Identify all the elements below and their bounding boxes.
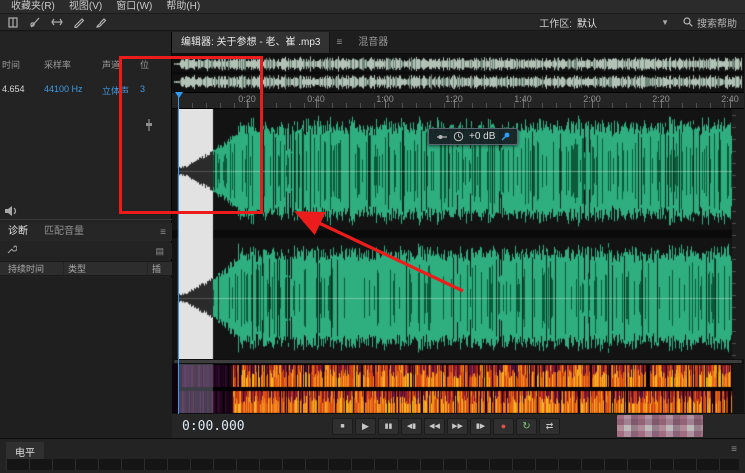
rewind-button[interactable]: ◀◀	[424, 418, 445, 435]
levels-panel: 电平 ≡	[0, 438, 745, 473]
time-selection-tool-icon[interactable]	[5, 16, 20, 29]
tab-match-volume[interactable]: 匹配音量	[36, 223, 92, 241]
tab-mixer[interactable]: 混音器	[348, 32, 398, 53]
time-label: 0:40	[307, 94, 325, 104]
timeline-ruler[interactable]: 0:20 0:40 1:00 1:20 1:40 2:00 2:20 2:40	[172, 92, 744, 109]
loop-button[interactable]: ↻	[516, 418, 537, 435]
slider-icon	[436, 132, 448, 142]
time-label: 2:40	[721, 94, 739, 104]
column-channels[interactable]: 声道	[102, 58, 140, 71]
slip-tool-icon[interactable]	[49, 16, 64, 29]
pin-icon[interactable]	[500, 131, 510, 142]
workspace-value: 默认	[577, 15, 597, 30]
chevron-down-icon[interactable]: ▼	[661, 18, 669, 27]
overview-waveform[interactable]	[172, 54, 744, 92]
skip-to-end-button[interactable]: ▮▶	[470, 418, 491, 435]
time-label: 1:00	[376, 94, 394, 104]
panel-divider	[0, 219, 172, 220]
time-display[interactable]: 0:00.000	[182, 419, 245, 434]
menu-help[interactable]: 帮助(H)	[159, 0, 207, 14]
column-type[interactable]: 类型	[64, 262, 148, 275]
pause-button[interactable]: ▮▮	[378, 418, 399, 435]
workspace-selector[interactable]: 工作区: 默认	[539, 15, 597, 30]
transport-bar: 0:00.000 ■ ▶ ▮▮ ◀▮ ◀◀ ▶▶ ▮▶ ● ↻ ⇄	[172, 413, 745, 438]
menu-window[interactable]: 窗口(W)	[109, 0, 159, 14]
menu-view[interactable]: 视图(V)	[62, 0, 109, 14]
list-view-icon[interactable]: ▤	[155, 246, 164, 257]
column-bits[interactable]: 位	[140, 58, 172, 71]
time-label: 2:20	[652, 94, 670, 104]
fast-forward-button[interactable]: ▶▶	[447, 418, 468, 435]
help-search[interactable]: 搜索帮助	[683, 15, 737, 30]
spectral-display[interactable]	[172, 364, 744, 414]
level-meter	[6, 459, 739, 470]
tab-editor-file[interactable]: 编辑器: 关于参想 - 老、崔 .mp3	[172, 32, 330, 53]
diagnostics-toolbar: ▤	[0, 243, 172, 259]
panel-menu-icon[interactable]: ≡	[160, 227, 166, 238]
hud-gain-value: +0 dB	[469, 131, 495, 142]
toolbar: 工作区: 默认 ▼ 搜索帮助	[0, 14, 745, 31]
file-time-value: 4.654	[0, 84, 44, 97]
record-button[interactable]: ●	[493, 418, 514, 435]
main-waveform[interactable]	[172, 109, 744, 359]
time-label: 0:20	[238, 94, 256, 104]
column-duration[interactable]: 持续时间	[0, 262, 64, 275]
razor-tool-icon[interactable]	[27, 16, 42, 29]
time-label: 1:20	[445, 94, 463, 104]
panel-menu-icon[interactable]: ≡	[330, 32, 348, 53]
volume-hud[interactable]: +0 dB	[428, 128, 518, 145]
paintbrush-tool-icon[interactable]	[93, 16, 108, 29]
menu-favorites[interactable]: 收藏夹(R)	[4, 0, 62, 14]
wrench-icon[interactable]	[6, 242, 17, 260]
menu-bar: 收藏夹(R) 视图(V) 窗口(W) 帮助(H)	[0, 0, 745, 14]
diagnostics-empty-list	[0, 277, 172, 438]
watermark-mosaic	[617, 415, 703, 437]
fader-icon	[144, 118, 154, 137]
transport-buttons: ■ ▶ ▮▮ ◀▮ ◀◀ ▶▶ ▮▶ ● ↻ ⇄	[332, 418, 560, 435]
search-icon	[683, 17, 693, 27]
file-bits-value: 3	[140, 84, 172, 97]
pencil-tool-icon[interactable]	[71, 16, 86, 29]
column-sample-rate[interactable]: 采样率	[44, 58, 102, 71]
play-button[interactable]: ▶	[355, 418, 376, 435]
playhead-marker[interactable]	[175, 92, 183, 98]
skip-selection-button[interactable]: ⇄	[539, 418, 560, 435]
time-label: 1:40	[514, 94, 532, 104]
diagnostics-columns-header: 持续时间 类型 插	[0, 261, 172, 276]
time-label: 2:00	[583, 94, 601, 104]
file-row[interactable]: 4.654 44100 Hz 立体声 3	[0, 84, 172, 97]
files-panel: 时间 采样率 声道 位 4.654 44100 Hz 立体声 3 诊断 匹配音量…	[0, 32, 172, 438]
tab-diagnostics[interactable]: 诊断	[0, 223, 36, 241]
file-sample-rate-value: 44100 Hz	[44, 84, 102, 97]
editor-tab-bar: 编辑器: 关于参想 - 老、崔 .mp3 ≡ 混音器	[172, 32, 745, 54]
panel-menu-icon[interactable]: ≡	[731, 444, 737, 455]
workspace-label: 工作区:	[539, 15, 572, 30]
files-columns-header: 时间 采样率 声道 位	[0, 58, 172, 71]
stop-button[interactable]: ■	[332, 418, 353, 435]
skip-to-start-button[interactable]: ◀▮	[401, 418, 422, 435]
scrollbar-thumb[interactable]	[174, 360, 742, 363]
column-insert[interactable]: 插	[148, 262, 161, 275]
clock-icon	[453, 131, 464, 142]
column-time[interactable]: 时间	[0, 58, 44, 71]
editor-panel: 编辑器: 关于参想 - 老、崔 .mp3 ≡ 混音器 0:20 0:40 1:0…	[172, 32, 745, 438]
help-search-label: 搜索帮助	[697, 15, 737, 30]
process-panel-tabs: 诊断 匹配音量 ≡	[0, 223, 172, 241]
file-channels-value: 立体声	[102, 84, 140, 97]
playhead[interactable]	[178, 92, 179, 414]
